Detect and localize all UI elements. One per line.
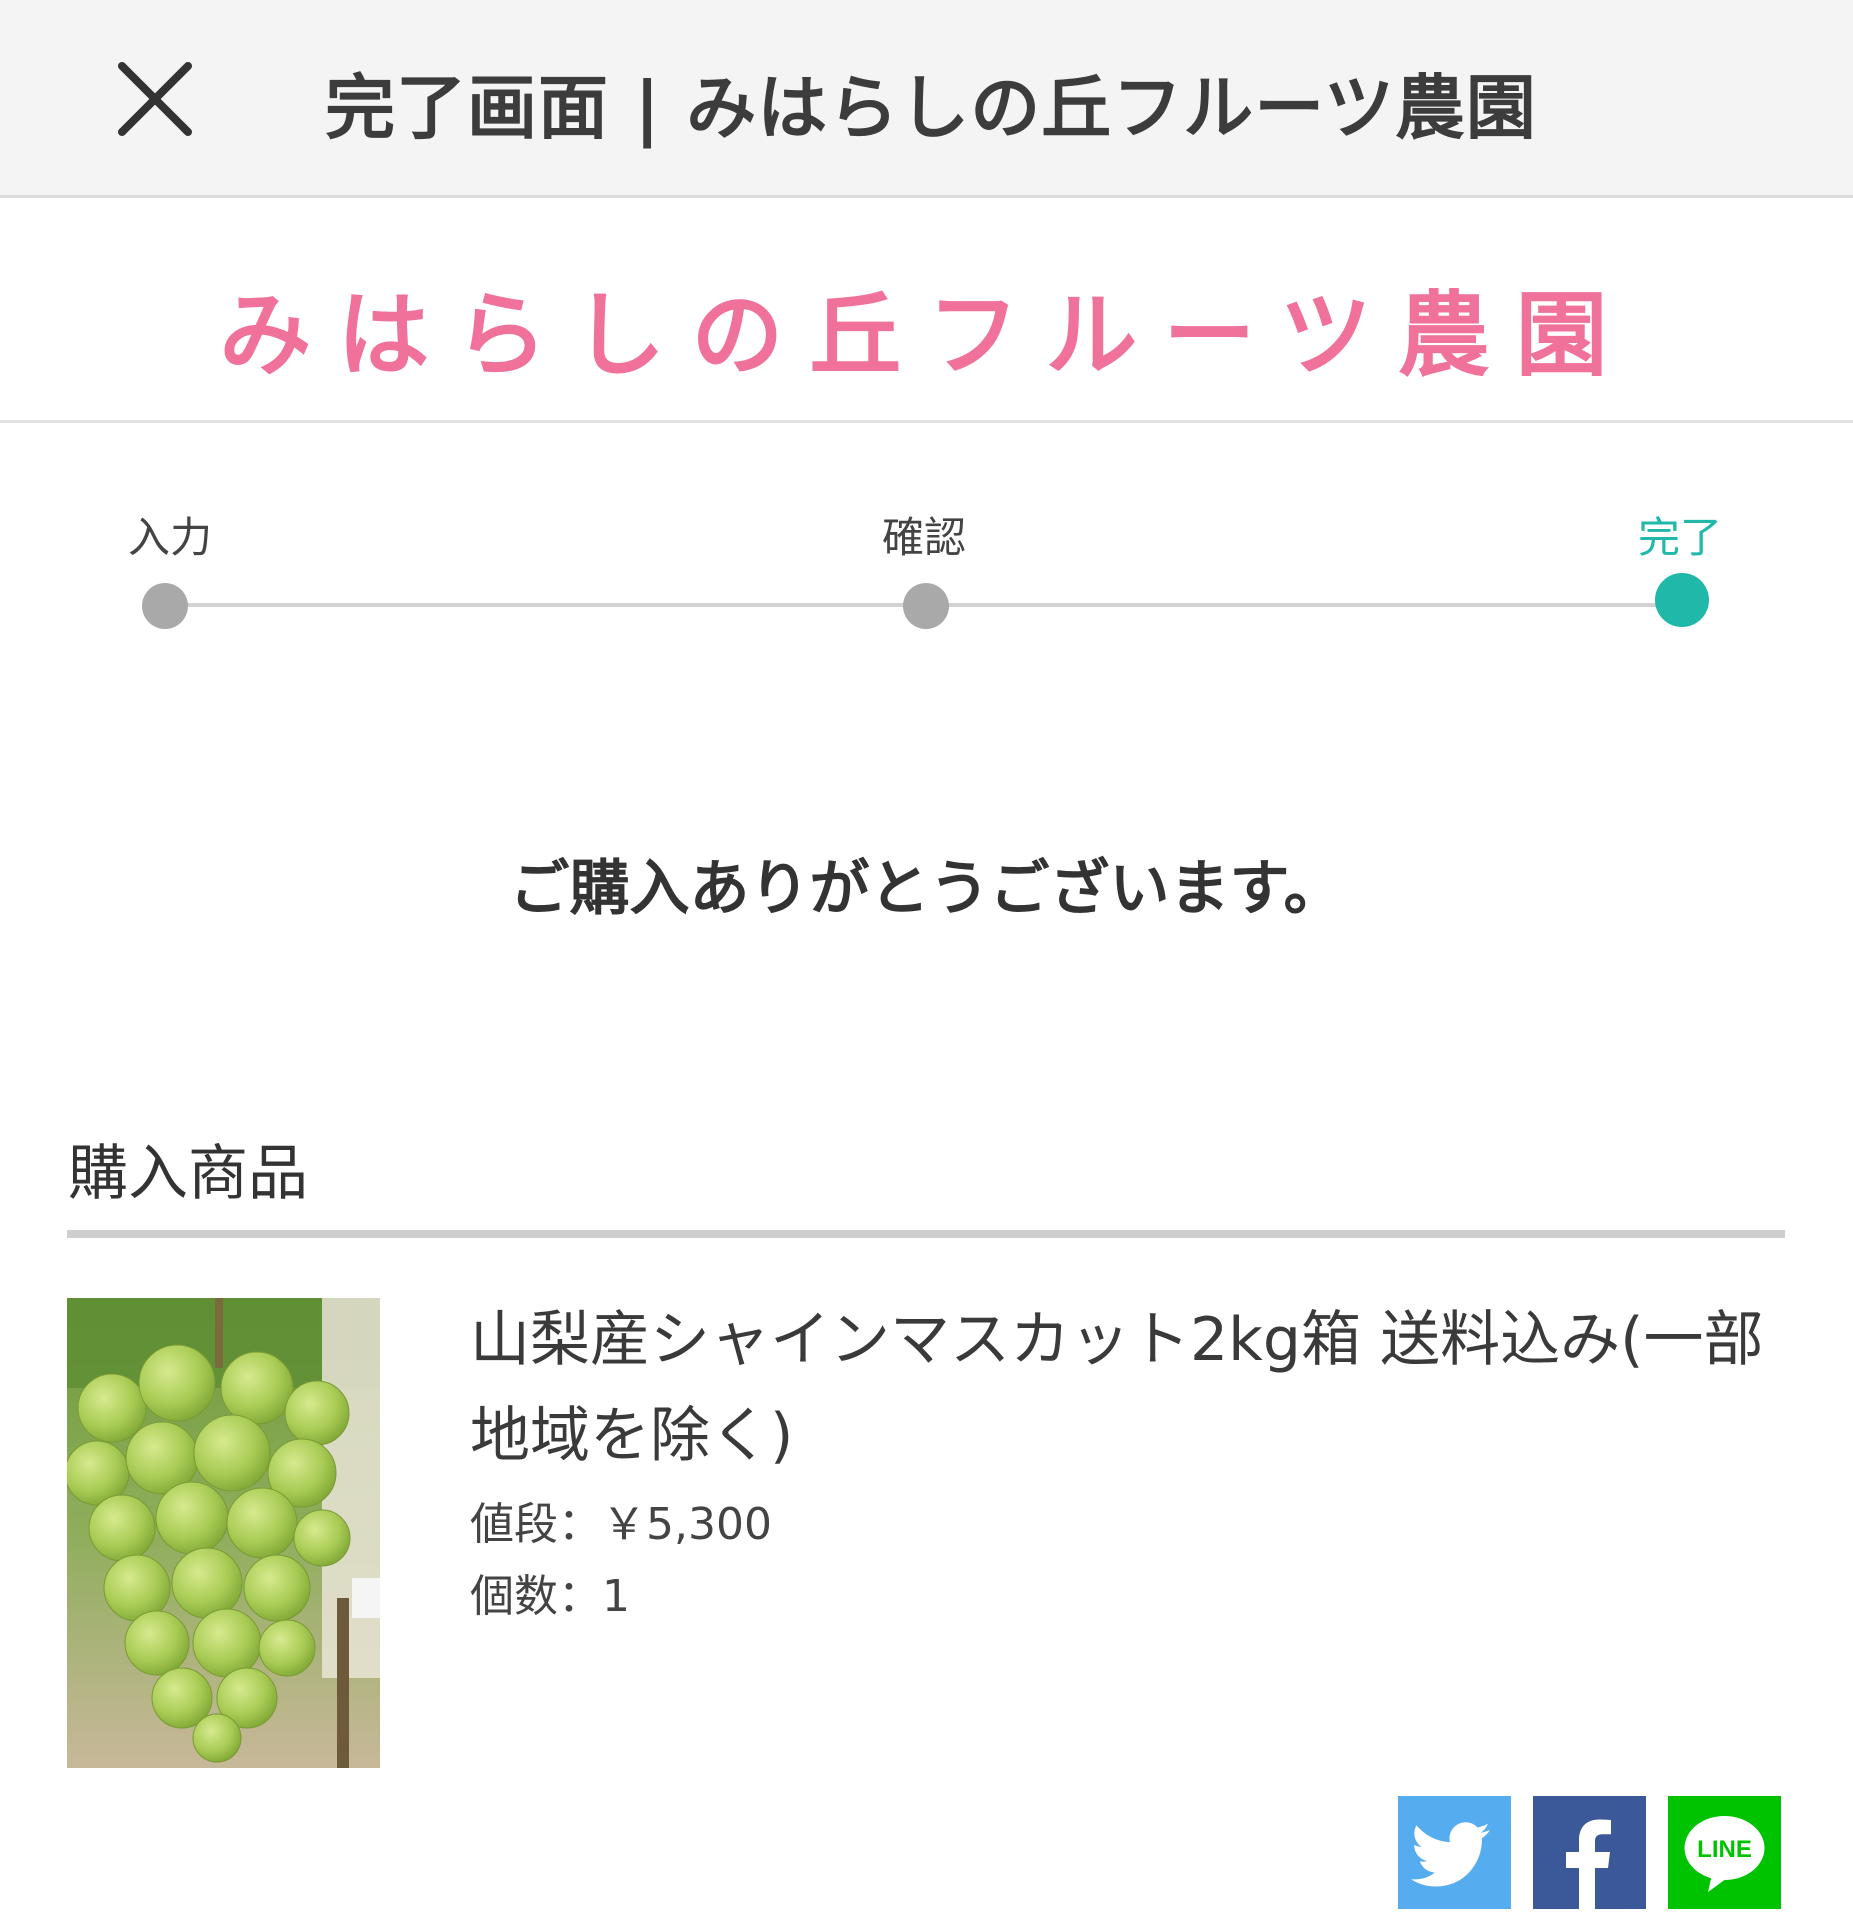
grape-bunch-photo: [67, 1298, 380, 1768]
section-divider: [67, 1230, 1785, 1238]
product-quantity: 個数：1: [470, 1571, 630, 1622]
facebook-f-icon: [1566, 1819, 1611, 1909]
product-image[interactable]: [67, 1298, 380, 1768]
purchased-items-heading: 購入商品: [68, 1139, 308, 1209]
top-bar: 完了画面 | みはらしの丘フルーツ農園: [0, 0, 1853, 198]
product-price: 値段：￥5,300: [470, 1499, 772, 1550]
step-dot-input: [142, 583, 188, 629]
line-icon: LINE: [1684, 1816, 1765, 1892]
line-icon-label: LINE: [1697, 1836, 1752, 1863]
share-line-button[interactable]: LINE: [1668, 1796, 1781, 1909]
logo-band: みはらしの丘フルーツ農園: [0, 201, 1853, 423]
thank-you-message: ご購入ありがとうございます。: [509, 854, 1344, 924]
product-name[interactable]: 山梨産シャインマスカット2kg箱 送料込み(一部地域を除く): [470, 1292, 1770, 1484]
step-dot-complete: [1655, 573, 1709, 627]
twitter-bird-icon: [1411, 1822, 1490, 1887]
page-title: 完了画面 | みはらしの丘フルーツ農園: [325, 67, 1537, 149]
shop-logo[interactable]: みはらしの丘フルーツ農園: [0, 261, 1853, 394]
step-label-input: 入力: [128, 513, 213, 562]
share-facebook-button[interactable]: [1533, 1796, 1646, 1909]
close-icon: [118, 62, 192, 136]
progress-stepper: 入力 確認 完了: [0, 426, 1853, 666]
step-dot-confirm: [903, 583, 949, 629]
step-label-complete: 完了: [1638, 513, 1723, 562]
close-button[interactable]: [110, 60, 200, 140]
step-label-confirm: 確認: [882, 513, 967, 562]
share-twitter-button[interactable]: [1398, 1796, 1511, 1909]
